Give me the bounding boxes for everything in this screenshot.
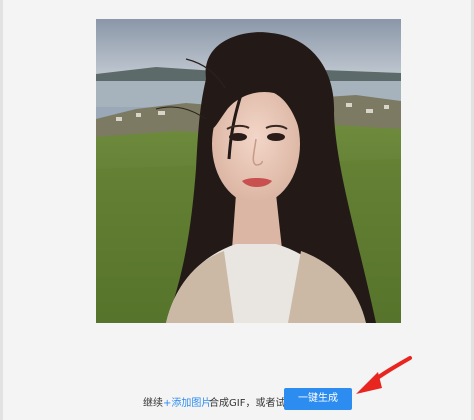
page: 继续 +添加图片 合成GIF，或者试试 一键生成 [0,0,474,420]
portrait-photo [96,19,401,323]
compose-gif-label: 合成GIF，或者试试 [209,398,296,409]
red-arrow-icon [356,356,412,394]
left-border [0,0,3,420]
add-image-link[interactable]: +添加图片 [163,394,211,409]
one-click-generate-button[interactable]: 一键生成 [284,388,352,410]
continue-label: 继续 [143,398,163,409]
image-preview [96,19,401,323]
